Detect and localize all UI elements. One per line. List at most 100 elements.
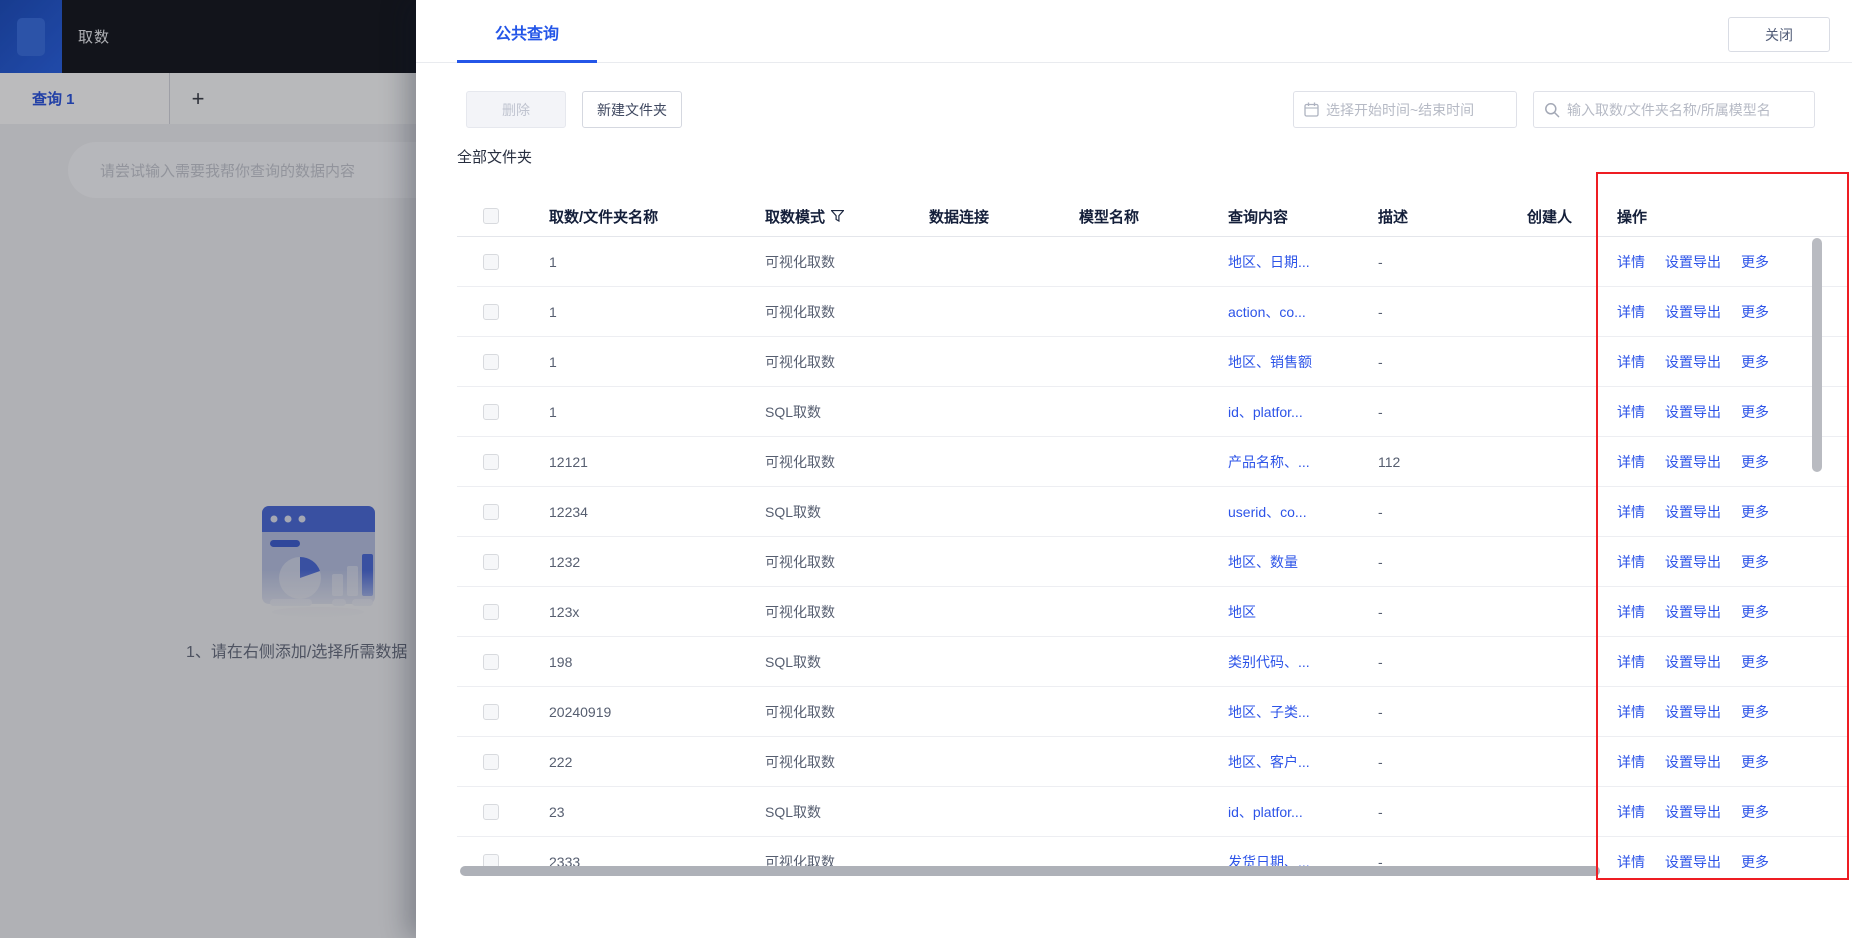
cell-desc: -: [1378, 753, 1383, 770]
column-header-model[interactable]: 模型名称: [1079, 206, 1228, 227]
row-checkbox[interactable]: [483, 353, 499, 370]
action-export-link[interactable]: 设置导出: [1665, 452, 1721, 472]
row-checkbox[interactable]: [483, 503, 499, 520]
cell-query-link[interactable]: 地区、日期...: [1228, 252, 1378, 272]
action-export-link[interactable]: 设置导出: [1665, 502, 1721, 522]
action-detail-link[interactable]: 详情: [1617, 552, 1645, 572]
action-detail-link[interactable]: 详情: [1617, 852, 1645, 872]
row-checkbox[interactable]: [483, 653, 499, 670]
table-row[interactable]: 12121 可视化取数 产品名称、... 112 详情 设置导出 更多: [457, 437, 1849, 487]
column-header-query[interactable]: 查询内容: [1228, 206, 1378, 227]
row-checkbox[interactable]: [483, 403, 499, 420]
sidebar: 取数 查询 1 + 请尝试输入需要我帮你查询的数据内容 1、请在右侧添加/选择所…: [0, 0, 416, 938]
column-header-mode[interactable]: 取数模式: [765, 206, 929, 227]
action-detail-link[interactable]: 详情: [1617, 452, 1645, 472]
action-more-link[interactable]: 更多: [1741, 852, 1769, 872]
delete-button[interactable]: 删除: [466, 91, 566, 128]
cell-query-link[interactable]: 产品名称、...: [1228, 452, 1378, 472]
tab-public-query[interactable]: 公共查询: [457, 0, 597, 63]
row-checkbox[interactable]: [483, 553, 499, 570]
action-export-link[interactable]: 设置导出: [1665, 652, 1721, 672]
table-row[interactable]: 1 可视化取数 action、co... - 详情 设置导出 更多: [457, 287, 1849, 337]
action-more-link[interactable]: 更多: [1741, 802, 1769, 822]
column-header-desc[interactable]: 描述: [1378, 206, 1527, 227]
action-more-link[interactable]: 更多: [1741, 452, 1769, 472]
action-export-link[interactable]: 设置导出: [1665, 352, 1721, 372]
action-detail-link[interactable]: 详情: [1617, 302, 1645, 322]
table-row[interactable]: 20240919 可视化取数 地区、子类... - 详情 设置导出 更多: [457, 687, 1849, 737]
cell-query-link[interactable]: id、platfor...: [1228, 402, 1378, 422]
row-checkbox[interactable]: [483, 603, 499, 620]
action-detail-link[interactable]: 详情: [1617, 652, 1645, 672]
action-detail-link[interactable]: 详情: [1617, 602, 1645, 622]
table-row[interactable]: 123x 可视化取数 地区 - 详情 设置导出 更多: [457, 587, 1849, 637]
cell-name: 12234: [549, 503, 588, 520]
action-detail-link[interactable]: 详情: [1617, 702, 1645, 722]
cell-query-link[interactable]: 地区、子类...: [1228, 702, 1378, 722]
cell-name: 12121: [549, 453, 588, 470]
row-checkbox[interactable]: [483, 703, 499, 720]
column-header-creator[interactable]: 创建人: [1527, 206, 1617, 227]
cell-query-link[interactable]: userid、co...: [1228, 502, 1378, 522]
action-more-link[interactable]: 更多: [1741, 602, 1769, 622]
action-more-link[interactable]: 更多: [1741, 552, 1769, 572]
action-export-link[interactable]: 设置导出: [1665, 752, 1721, 772]
table-row[interactable]: 12234 SQL取数 userid、co... - 详情 设置导出 更多: [457, 487, 1849, 537]
action-detail-link[interactable]: 详情: [1617, 252, 1645, 272]
action-detail-link[interactable]: 详情: [1617, 402, 1645, 422]
action-more-link[interactable]: 更多: [1741, 402, 1769, 422]
action-more-link[interactable]: 更多: [1741, 702, 1769, 722]
new-folder-button[interactable]: 新建文件夹: [582, 91, 682, 128]
cell-query-link[interactable]: id、platfor...: [1228, 802, 1378, 822]
action-export-link[interactable]: 设置导出: [1665, 302, 1721, 322]
table-row[interactable]: 222 可视化取数 地区、客户... - 详情 设置导出 更多: [457, 737, 1849, 787]
row-checkbox[interactable]: [483, 303, 499, 320]
cell-desc: -: [1378, 703, 1383, 720]
action-more-link[interactable]: 更多: [1741, 352, 1769, 372]
action-detail-link[interactable]: 详情: [1617, 352, 1645, 372]
action-more-link[interactable]: 更多: [1741, 502, 1769, 522]
cell-name: 1: [549, 253, 557, 270]
modal-tabbar: 公共查询: [416, 0, 1852, 63]
cell-query-link[interactable]: 地区、数量: [1228, 552, 1378, 572]
select-all-checkbox[interactable]: [483, 208, 499, 224]
action-more-link[interactable]: 更多: [1741, 752, 1769, 772]
row-checkbox[interactable]: [483, 753, 499, 770]
action-export-link[interactable]: 设置导出: [1665, 252, 1721, 272]
column-header-name[interactable]: 取数/文件夹名称: [549, 206, 765, 227]
funnel-icon[interactable]: [831, 210, 845, 222]
row-checkbox[interactable]: [483, 253, 499, 270]
cell-query-link[interactable]: 类别代码、...: [1228, 652, 1378, 672]
date-range-input[interactable]: 选择开始时间~结束时间: [1293, 91, 1517, 128]
action-more-link[interactable]: 更多: [1741, 302, 1769, 322]
action-export-link[interactable]: 设置导出: [1665, 552, 1721, 572]
table-row[interactable]: 1 可视化取数 地区、日期... - 详情 设置导出 更多: [457, 237, 1849, 287]
close-button[interactable]: 关闭: [1728, 17, 1830, 52]
action-detail-link[interactable]: 详情: [1617, 802, 1645, 822]
row-checkbox[interactable]: [483, 803, 499, 820]
table-row[interactable]: 1232 可视化取数 地区、数量 - 详情 设置导出 更多: [457, 537, 1849, 587]
cell-query-link[interactable]: 地区: [1228, 602, 1378, 622]
vertical-scrollbar-thumb[interactable]: [1812, 238, 1822, 472]
action-export-link[interactable]: 设置导出: [1665, 852, 1721, 872]
table-row[interactable]: 1 可视化取数 地区、销售额 - 详情 设置导出 更多: [457, 337, 1849, 387]
horizontal-scrollbar-thumb[interactable]: [460, 866, 1600, 876]
action-detail-link[interactable]: 详情: [1617, 752, 1645, 772]
column-header-connection[interactable]: 数据连接: [929, 206, 1079, 227]
action-export-link[interactable]: 设置导出: [1665, 602, 1721, 622]
table-row[interactable]: 198 SQL取数 类别代码、... - 详情 设置导出 更多: [457, 637, 1849, 687]
table-row[interactable]: 1 SQL取数 id、platfor... - 详情 设置导出 更多: [457, 387, 1849, 437]
cell-query-link[interactable]: 地区、客户...: [1228, 752, 1378, 772]
action-export-link[interactable]: 设置导出: [1665, 402, 1721, 422]
modal-dim-overlay: [0, 0, 416, 938]
action-detail-link[interactable]: 详情: [1617, 502, 1645, 522]
search-input[interactable]: 输入取数/文件夹名称/所属模型名: [1533, 91, 1815, 128]
table-row[interactable]: 23 SQL取数 id、platfor... - 详情 设置导出 更多: [457, 787, 1849, 837]
action-export-link[interactable]: 设置导出: [1665, 702, 1721, 722]
cell-query-link[interactable]: action、co...: [1228, 302, 1378, 322]
cell-query-link[interactable]: 地区、销售额: [1228, 352, 1378, 372]
action-more-link[interactable]: 更多: [1741, 252, 1769, 272]
action-more-link[interactable]: 更多: [1741, 652, 1769, 672]
row-checkbox[interactable]: [483, 453, 499, 470]
action-export-link[interactable]: 设置导出: [1665, 802, 1721, 822]
